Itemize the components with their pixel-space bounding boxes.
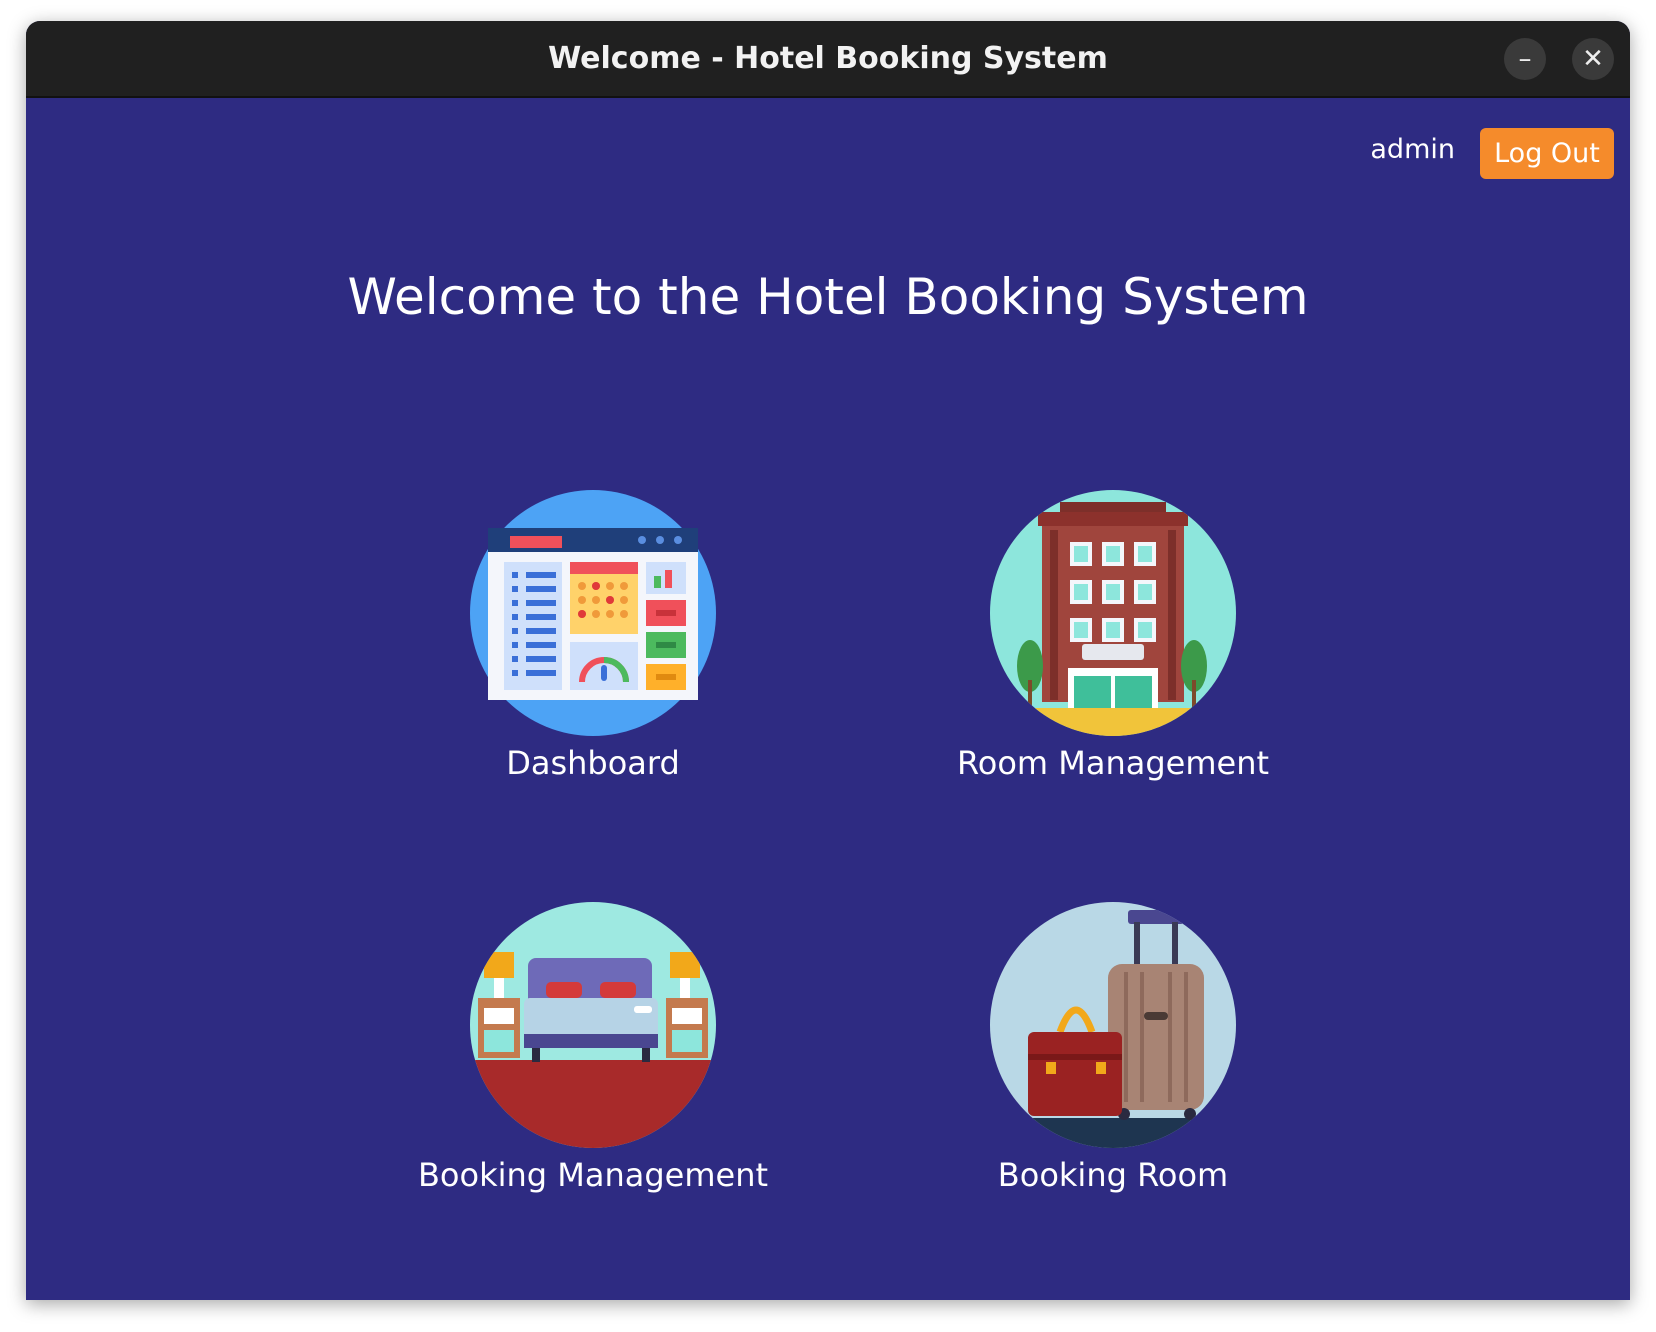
bed-icon[interactable] bbox=[470, 902, 716, 1148]
title-bar: Welcome - Hotel Booking System – ✕ bbox=[26, 21, 1630, 98]
room-management-tile[interactable]: Room Management bbox=[923, 490, 1303, 782]
close-button[interactable]: ✕ bbox=[1572, 38, 1614, 80]
page-title: Welcome to the Hotel Booking System bbox=[347, 268, 1309, 326]
logout-button[interactable]: Log Out bbox=[1480, 128, 1614, 179]
booking-management-tile[interactable]: Booking Management bbox=[403, 902, 783, 1194]
username-label: admin bbox=[1370, 134, 1455, 165]
app-window: Welcome - Hotel Booking System – ✕ admin… bbox=[26, 21, 1630, 1300]
main-content: admin Log Out Welcome to the Hotel Booki… bbox=[26, 98, 1630, 1300]
window-title: Welcome - Hotel Booking System bbox=[548, 41, 1108, 76]
dashboard-icon[interactable] bbox=[470, 490, 716, 736]
room-management-label: Room Management bbox=[956, 744, 1270, 782]
hotel-building-icon[interactable] bbox=[990, 490, 1236, 736]
booking-room-tile[interactable]: Booking Room bbox=[923, 902, 1303, 1194]
luggage-icon[interactable] bbox=[990, 902, 1236, 1148]
dashboard-tile[interactable]: Dashboard bbox=[403, 490, 783, 782]
booking-management-label: Booking Management bbox=[417, 1156, 769, 1194]
dashboard-label: Dashboard bbox=[506, 744, 680, 782]
booking-room-label: Booking Room bbox=[997, 1156, 1229, 1194]
minimize-button[interactable]: – bbox=[1504, 38, 1546, 80]
